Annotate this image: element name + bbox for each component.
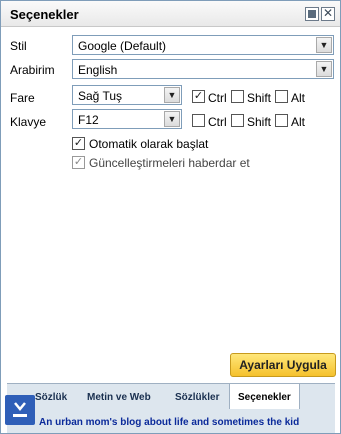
autostart-label: Otomatik olarak başlat [89, 137, 209, 151]
klavye-select[interactable]: F12 ▼ [72, 109, 182, 129]
close-icon: ✕ [322, 6, 334, 20]
tab-metin-ve-web[interactable]: Metin ve Web [87, 392, 151, 403]
maximize-button[interactable] [305, 7, 319, 21]
apply-settings-button[interactable]: Ayarları Uygula [230, 353, 336, 377]
footer-banner[interactable]: An urban mom's blog about life and somet… [7, 409, 335, 433]
window-title: Seçenekler [10, 7, 79, 22]
autostart-checkbox[interactable]: ✓ [72, 137, 85, 150]
klavye-ctrl-label: Ctrl [208, 115, 227, 129]
footer-text[interactable]: An urban mom's blog about life and somet… [39, 417, 299, 428]
fare-alt-checkbox[interactable] [275, 90, 288, 103]
fare-alt-label: Alt [291, 91, 306, 105]
klavye-value: F12 [78, 113, 99, 127]
stil-value: Google (Default) [78, 39, 167, 53]
updates-label: Güncelleştirmeleri haberdar et [89, 156, 250, 170]
updates-checkbox[interactable]: ✓ [72, 156, 85, 169]
klavye-label: Klavye [10, 115, 47, 129]
klavye-shift-checkbox[interactable] [231, 114, 244, 127]
klavye-ctrl-checkbox[interactable] [192, 114, 205, 127]
tab-bar: Sözlük Metin ve Web Sözlükler Seçenekler [7, 383, 335, 410]
download-icon[interactable] [5, 395, 35, 425]
stil-select[interactable]: Google (Default) ▼ [72, 35, 334, 55]
tab-secenekler[interactable]: Seçenekler [229, 383, 300, 410]
fare-label: Fare [10, 91, 35, 105]
fare-ctrl-label: Ctrl [208, 91, 227, 105]
close-button[interactable]: ✕ [321, 7, 335, 21]
title-bar: Seçenekler ✕ [1, 1, 340, 27]
chevron-down-icon[interactable]: ▼ [164, 87, 180, 103]
fare-shift-label: Shift [247, 91, 272, 105]
chevron-down-icon[interactable]: ▼ [316, 61, 332, 77]
tab-sozluk[interactable]: Sözlük [35, 392, 67, 403]
stil-label: Stil [10, 39, 27, 53]
arabirim-label: Arabirim [10, 63, 55, 77]
arabirim-select[interactable]: English ▼ [72, 59, 334, 79]
klavye-alt-label: Alt [291, 115, 306, 129]
chevron-down-icon[interactable]: ▼ [164, 111, 180, 127]
tab-sozlukler[interactable]: Sözlükler [175, 392, 219, 403]
fare-ctrl-checkbox[interactable]: ✓ [192, 90, 205, 103]
options-window: Seçenekler ✕ Stil Google (Default) ▼ Ara… [0, 0, 341, 434]
fare-shift-checkbox[interactable] [231, 90, 244, 103]
chevron-down-icon[interactable]: ▼ [316, 37, 332, 53]
arabirim-value: English [78, 63, 118, 77]
fare-value: Sağ Tuş [78, 89, 123, 103]
klavye-alt-checkbox[interactable] [275, 114, 288, 127]
fare-select[interactable]: Sağ Tuş ▼ [72, 85, 182, 105]
klavye-shift-label: Shift [247, 115, 272, 129]
